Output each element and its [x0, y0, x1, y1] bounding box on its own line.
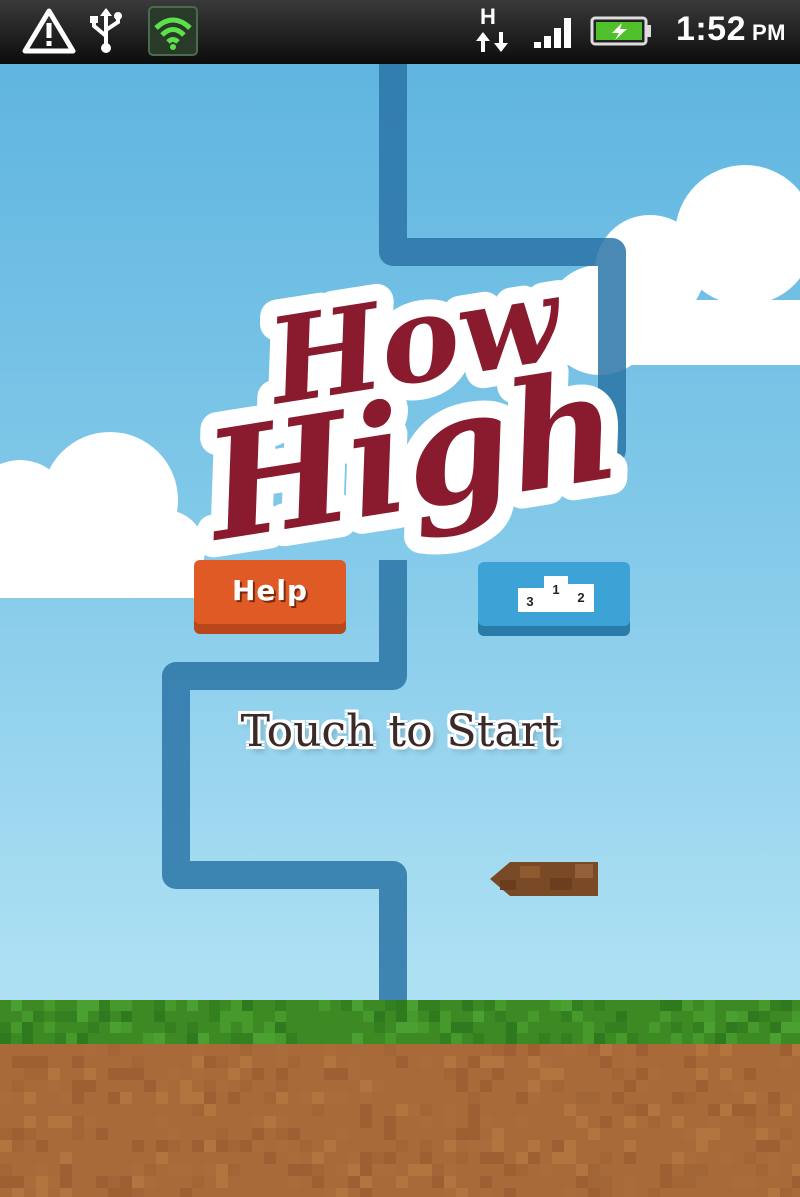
dirt-ground	[0, 1044, 800, 1197]
touch-to-start-prompt[interactable]: Touch to Start	[0, 706, 800, 757]
network-type-label: H	[480, 4, 496, 29]
podium-icon: 1 2 3	[518, 576, 594, 612]
usb-icon	[90, 8, 122, 53]
cloud-left	[0, 432, 205, 598]
signal-icon	[534, 18, 571, 48]
app-screen: H 1:52 PM How High How High Help 1 2 3 T…	[0, 0, 800, 1197]
grass-strip	[0, 1000, 800, 1044]
help-button-label: Help	[231, 574, 309, 607]
data-transfer-icon: H	[472, 4, 512, 58]
wifi-shield-icon	[148, 6, 198, 56]
clock-ampm: PM	[752, 20, 786, 45]
help-button[interactable]: Help	[194, 560, 346, 624]
status-bar: H 1:52 PM	[0, 0, 800, 64]
title-line2: High	[191, 337, 630, 576]
warning-icon	[22, 8, 76, 54]
podium-place-2: 2	[577, 590, 584, 605]
clock-time: 1:52	[675, 10, 746, 48]
battery-charging-icon	[590, 16, 651, 46]
podium-place-1: 1	[552, 582, 559, 597]
wooden-arrow-sign	[490, 862, 598, 896]
leaderboard-button[interactable]: 1 2 3	[478, 562, 630, 626]
status-clock: 1:52 PM	[676, 10, 786, 49]
podium-place-3: 3	[526, 594, 533, 609]
